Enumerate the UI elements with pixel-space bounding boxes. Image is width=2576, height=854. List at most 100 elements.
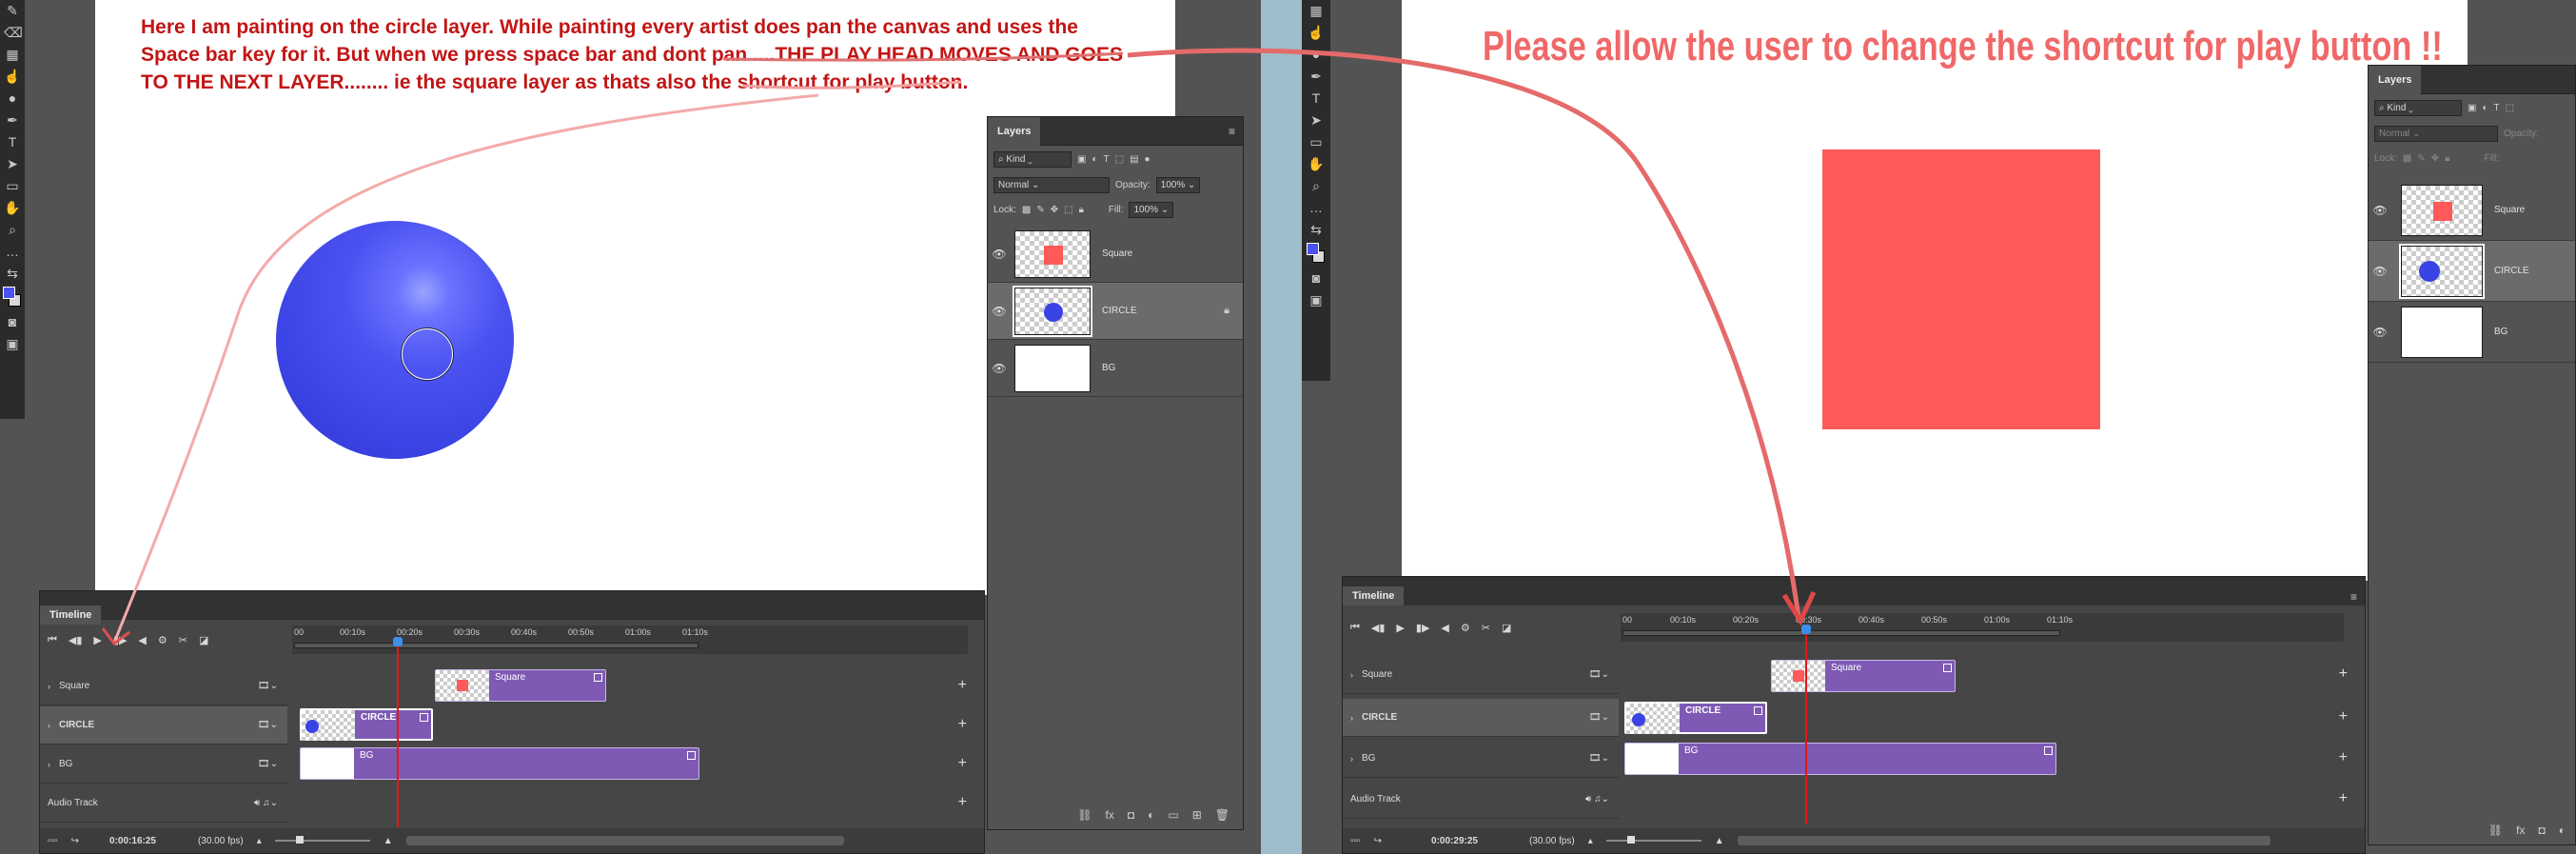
- layer-square[interactable]: 👁︎ Square: [2369, 180, 2575, 241]
- filter-smart-icon[interactable]: ▤: [1130, 154, 1138, 165]
- clip-square[interactable]: Square: [435, 669, 606, 702]
- trash-icon[interactable]: 🗑︎: [1215, 808, 1229, 822]
- zoom-in-icon[interactable]: ▲: [1715, 836, 1724, 846]
- clip-end-icon[interactable]: [420, 713, 428, 722]
- render-icon[interactable]: ↪: [71, 836, 79, 846]
- plus-icon[interactable]: +: [2339, 665, 2348, 683]
- folder-icon[interactable]: ▭: [1168, 808, 1178, 822]
- audio-icon[interactable]: ◀: [138, 634, 146, 646]
- gradient-tool-icon[interactable]: ▦: [4, 46, 21, 64]
- track-audio[interactable]: Audio Track 🔊︎ ♫⌄: [40, 784, 287, 823]
- eye-icon[interactable]: 👁︎: [2369, 265, 2391, 278]
- zoom-slider[interactable]: [274, 836, 370, 844]
- render-icon[interactable]: ↪: [1374, 836, 1382, 846]
- new-layer-icon[interactable]: ⊞: [1192, 808, 1202, 822]
- more-tools-icon[interactable]: …: [1308, 199, 1325, 217]
- track-square[interactable]: › Square 🎞︎⌄: [1343, 656, 1619, 694]
- eye-icon[interactable]: 👁︎: [2369, 204, 2391, 217]
- clip-circle[interactable]: CIRCLE: [1624, 702, 1767, 734]
- film-icon[interactable]: 🎞︎⌄: [258, 681, 278, 691]
- zoom-slider[interactable]: [1605, 836, 1701, 844]
- path-select-tool-icon[interactable]: ➤: [1308, 111, 1325, 129]
- panel-menu-icon[interactable]: ≡: [1229, 125, 1235, 138]
- clip-circle[interactable]: CIRCLE: [300, 708, 433, 741]
- timeline-scrollbar[interactable]: [1737, 836, 2271, 845]
- transition-icon[interactable]: ◪: [1502, 622, 1511, 634]
- convert-frame-icon[interactable]: ▫▫▫: [1350, 836, 1361, 846]
- track-bg[interactable]: › BG 🎞︎⌄: [1343, 740, 1619, 778]
- layer-bg[interactable]: 👁︎ BG: [988, 340, 1243, 397]
- timeline-tab[interactable]: Timeline: [40, 606, 102, 625]
- filter-toggle-icon[interactable]: ●: [1145, 154, 1150, 165]
- dodge-tool-icon[interactable]: ●: [1308, 46, 1325, 64]
- dodge-tool-icon[interactable]: ●: [4, 89, 21, 108]
- track-square[interactable]: › Square 🎞︎⌄: [40, 667, 287, 705]
- panel-menu-icon[interactable]: ≡: [2350, 590, 2357, 604]
- pen-tool-icon[interactable]: ✒: [4, 111, 21, 129]
- layers-tab[interactable]: Layers: [988, 117, 1041, 146]
- audio-note-icon[interactable]: 🔊︎ ♫⌄: [1585, 794, 1609, 804]
- eye-icon[interactable]: 👁︎: [988, 305, 1011, 318]
- filter-shape-icon[interactable]: ⬚: [1115, 154, 1124, 165]
- layer-square[interactable]: 👁︎ Square: [988, 226, 1243, 283]
- film-icon[interactable]: 🎞︎⌄: [258, 759, 278, 769]
- adjustment-icon[interactable]: ◐: [2559, 824, 2566, 837]
- lock-transparent-icon[interactable]: ▩: [1022, 205, 1031, 215]
- plus-icon[interactable]: +: [2339, 708, 2348, 725]
- blend-mode-select[interactable]: Normal ⌄: [2374, 125, 2498, 142]
- film-icon[interactable]: 🎞︎⌄: [258, 720, 278, 730]
- track-circle[interactable]: › CIRCLE 🎞︎⌄: [40, 706, 287, 745]
- lock-all-icon[interactable]: 🔒︎: [1079, 205, 1084, 215]
- clip-bg[interactable]: BG: [300, 747, 699, 780]
- clip-end-icon[interactable]: [1754, 706, 1762, 715]
- filter-adjust-icon[interactable]: ◐: [1091, 154, 1097, 165]
- link-icon[interactable]: ⛓: [2488, 824, 2503, 837]
- opacity-input[interactable]: 100% ⌄: [1155, 176, 1201, 193]
- swap-colors-icon[interactable]: ⇆: [4, 265, 21, 283]
- filter-kind-select[interactable]: ⌕ Kind ⌄: [993, 150, 1072, 168]
- zoom-tool-icon[interactable]: ⌕: [4, 221, 21, 239]
- clip-end-icon[interactable]: [594, 673, 602, 682]
- filter-kind-select[interactable]: ⌕ Kind ⌄: [2374, 99, 2462, 116]
- quick-mask-icon[interactable]: ◙: [1308, 269, 1325, 288]
- eye-icon[interactable]: 👁︎: [988, 248, 1011, 261]
- mask-icon[interactable]: ◘: [2539, 824, 2546, 837]
- canvas[interactable]: Please allow the user to change the shor…: [1402, 0, 2468, 581]
- work-area-bar[interactable]: [1622, 630, 2060, 636]
- blend-mode-select[interactable]: Normal ⌄: [993, 176, 1110, 193]
- screen-mode-icon[interactable]: ▣: [1308, 291, 1325, 309]
- more-tools-icon[interactable]: …: [4, 243, 21, 261]
- plus-icon[interactable]: +: [2339, 790, 2348, 807]
- link-icon[interactable]: ⛓: [1077, 808, 1091, 822]
- lock-transparent-icon[interactable]: ▩: [2403, 153, 2411, 164]
- chevron-right-icon[interactable]: ›: [1350, 754, 1353, 764]
- play-icon[interactable]: ▶: [1396, 622, 1404, 634]
- first-frame-icon[interactable]: ⏮: [1350, 622, 1360, 634]
- eye-icon[interactable]: 👁︎: [988, 362, 1011, 375]
- plus-icon[interactable]: +: [958, 755, 967, 772]
- smudge-tool-icon[interactable]: ☝: [4, 68, 21, 86]
- gear-icon[interactable]: ⚙: [158, 634, 167, 646]
- eraser-tool-icon[interactable]: ⌫: [4, 24, 23, 42]
- fx-icon[interactable]: fx: [1106, 808, 1114, 822]
- film-icon[interactable]: 🎞︎⌄: [1589, 712, 1609, 723]
- track-bg[interactable]: › BG 🎞︎⌄: [40, 745, 287, 784]
- chevron-right-icon[interactable]: ›: [48, 682, 50, 691]
- lock-paint-icon[interactable]: ✎: [1036, 205, 1044, 215]
- plus-icon[interactable]: +: [2339, 749, 2348, 766]
- layers-tab[interactable]: Layers: [2369, 66, 2422, 94]
- lock-artboard-icon[interactable]: ⬚: [1064, 205, 1072, 215]
- audio-note-icon[interactable]: 🔊︎ ♫⌄: [254, 798, 278, 808]
- audio-icon[interactable]: ◀: [1441, 622, 1448, 634]
- type-tool-icon[interactable]: T: [4, 133, 21, 151]
- foreground-color-swatch[interactable]: [3, 287, 22, 309]
- quick-mask-icon[interactable]: ◙: [4, 313, 21, 331]
- filter-pixel-icon[interactable]: ▣: [2468, 103, 2476, 113]
- clip-end-icon[interactable]: [1943, 664, 1952, 672]
- smudge-tool-icon[interactable]: ☝: [1308, 24, 1325, 42]
- track-audio[interactable]: Audio Track 🔊︎ ♫⌄: [1343, 781, 1619, 819]
- play-icon[interactable]: ▶: [93, 634, 101, 646]
- lock-move-icon[interactable]: ✥: [2431, 153, 2439, 164]
- timeline-tab[interactable]: Timeline: [1343, 586, 1405, 606]
- path-select-tool-icon[interactable]: ➤: [4, 155, 21, 173]
